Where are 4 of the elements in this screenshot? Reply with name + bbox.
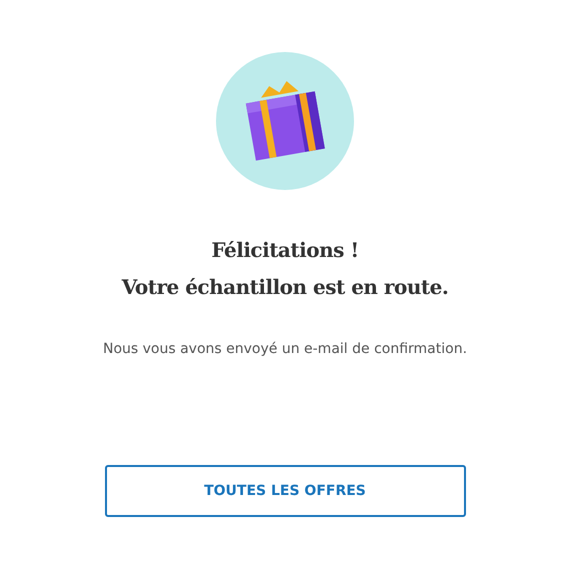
- all-offers-button[interactable]: TOUTES LES OFFRES: [104, 465, 466, 517]
- heading: Félicitations ! Votre échantillon est en route.: [122, 237, 448, 301]
- gift-icon: [216, 52, 354, 190]
- confirmation-message: Nous vous avons envoyé un e-mail de confirmation.: [102, 341, 468, 357]
